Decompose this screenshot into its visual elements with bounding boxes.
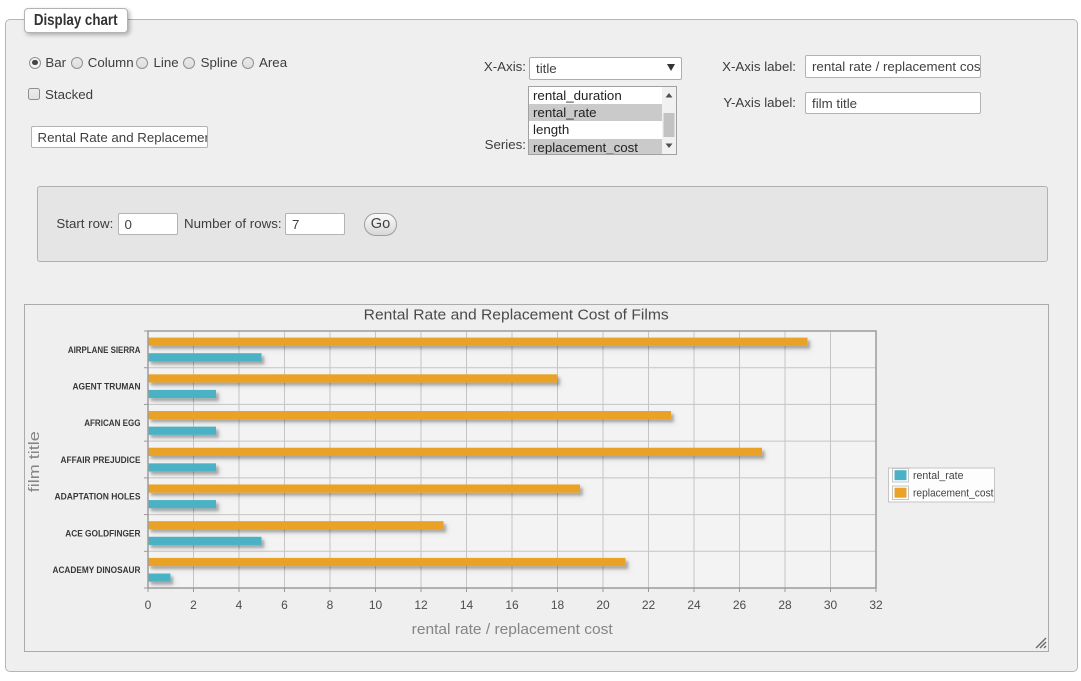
svg-text:4: 4 bbox=[236, 598, 243, 612]
svg-text:30: 30 bbox=[824, 598, 838, 612]
svg-text:16: 16 bbox=[505, 598, 519, 612]
svg-text:2: 2 bbox=[190, 598, 197, 612]
svg-text:AFRICAN EGG: AFRICAN EGG bbox=[84, 418, 140, 428]
svg-text:film title: film title bbox=[27, 431, 43, 492]
svg-text:6: 6 bbox=[281, 598, 288, 612]
svg-text:rental rate / replacement cost: rental rate / replacement cost bbox=[412, 622, 613, 638]
svg-text:20: 20 bbox=[596, 598, 610, 612]
svg-text:replacement_cost: replacement_cost bbox=[913, 488, 994, 500]
svg-text:AGENT TRUMAN: AGENT TRUMAN bbox=[73, 381, 141, 391]
svg-text:14: 14 bbox=[460, 598, 474, 612]
svg-text:Rental Rate and Replacement Co: Rental Rate and Replacement Cost of Film… bbox=[364, 307, 669, 323]
svg-text:22: 22 bbox=[642, 598, 656, 612]
svg-text:18: 18 bbox=[551, 598, 565, 612]
svg-text:ADAPTATION HOLES: ADAPTATION HOLES bbox=[55, 492, 141, 502]
svg-text:ACE GOLDFINGER: ACE GOLDFINGER bbox=[65, 528, 141, 538]
svg-text:10: 10 bbox=[369, 598, 383, 612]
svg-text:rental_rate: rental_rate bbox=[913, 470, 964, 482]
svg-text:24: 24 bbox=[687, 598, 701, 612]
svg-text:28: 28 bbox=[778, 598, 792, 612]
svg-text:AFFAIR PREJUDICE: AFFAIR PREJUDICE bbox=[61, 455, 141, 465]
svg-text:ACADEMY DINOSAUR: ACADEMY DINOSAUR bbox=[53, 565, 141, 575]
svg-text:12: 12 bbox=[414, 598, 428, 612]
svg-text:8: 8 bbox=[327, 598, 334, 612]
svg-text:26: 26 bbox=[733, 598, 747, 612]
svg-text:0: 0 bbox=[145, 598, 152, 612]
svg-text:32: 32 bbox=[869, 598, 883, 612]
svg-text:AIRPLANE SIERRA: AIRPLANE SIERRA bbox=[68, 345, 141, 355]
